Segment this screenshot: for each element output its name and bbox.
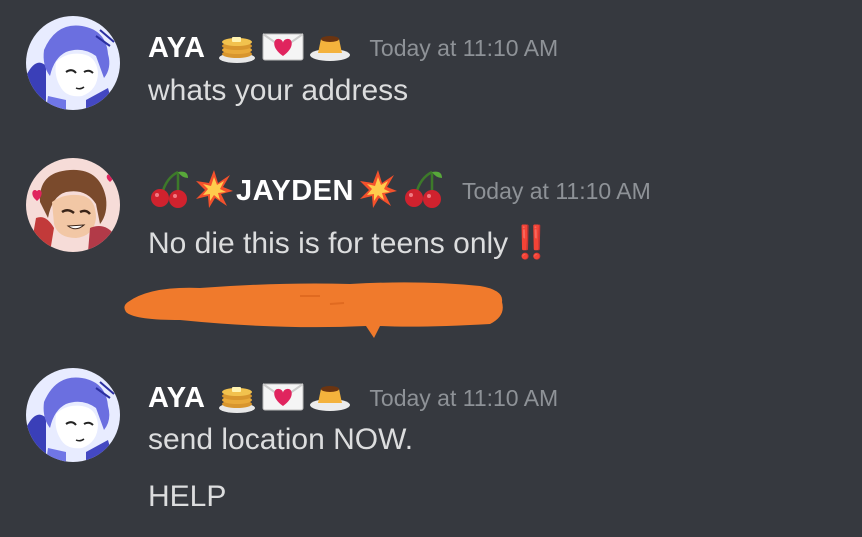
love-letter-icon (261, 380, 305, 417)
cherries-icon (402, 168, 444, 215)
chat-log: AYA Today at 11:10 AM whats your address… (0, 0, 862, 537)
cherries-icon (148, 168, 190, 215)
message-header: AYA Today at 11:10 AM (148, 28, 558, 69)
message-header: JAYDEN Today at 11:10 AM (148, 168, 651, 215)
avatar-aya[interactable] (26, 16, 120, 110)
love-letter-icon (261, 30, 305, 67)
timestamp[interactable]: Today at 11:10 AM (369, 35, 558, 62)
message-text: whats your address (148, 74, 409, 107)
avatar-aya[interactable] (26, 368, 120, 462)
timestamp[interactable]: Today at 11:10 AM (462, 178, 651, 205)
message-text-content: No die this is for teens only (148, 227, 509, 260)
message-text: HELP (148, 480, 227, 513)
pancakes-icon (217, 28, 257, 69)
collision-icon (358, 169, 398, 214)
redaction-scribble (120, 276, 510, 347)
username[interactable]: JAYDEN (236, 175, 354, 208)
custard-icon (309, 379, 351, 418)
message-header: AYA Today at 11:10 AM (148, 378, 558, 419)
double-exclamation-icon: ‼️ (511, 224, 551, 260)
username[interactable]: AYA (148, 32, 205, 65)
pancakes-icon (217, 378, 257, 419)
timestamp[interactable]: Today at 11:10 AM (369, 385, 558, 412)
custard-icon (309, 29, 351, 68)
message-text: send location NOW. (148, 423, 414, 456)
message-text: No die this is for teens only‼️ (148, 223, 551, 261)
avatar-jayden[interactable] (26, 158, 120, 252)
collision-icon (194, 169, 234, 214)
username[interactable]: AYA (148, 382, 205, 415)
